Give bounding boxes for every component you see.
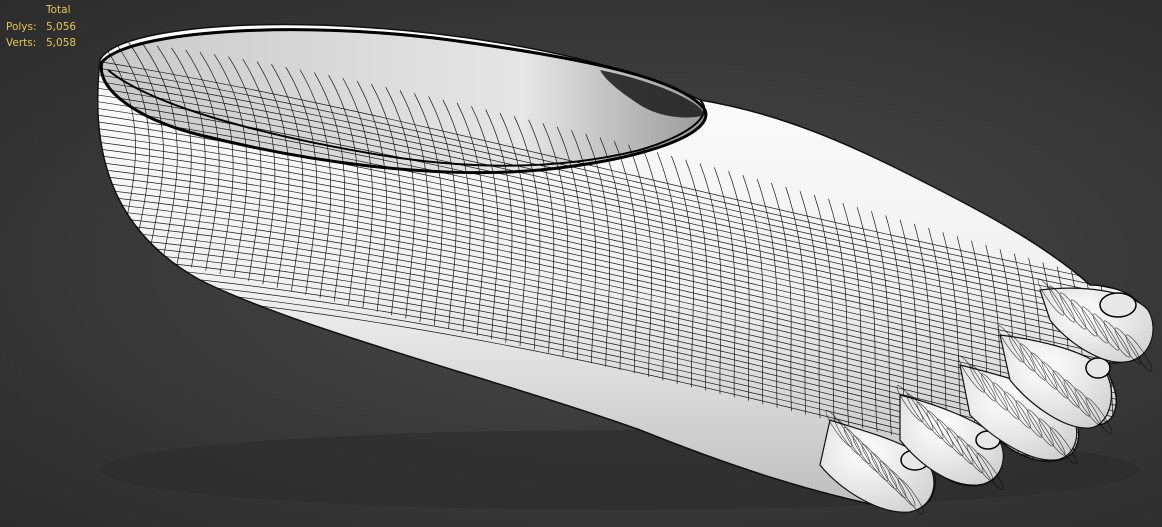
foot-mesh-model[interactable] xyxy=(0,0,1162,527)
stats-polys-row: Polys: 5,056 xyxy=(6,19,76,36)
verts-label: Verts: xyxy=(6,37,37,49)
statistics-overlay: Total Polys: 5,056 Verts: 5,058 xyxy=(6,2,76,52)
polys-label: Polys: xyxy=(6,20,37,33)
stats-header: Total xyxy=(46,4,71,16)
polys-value: 5,056 xyxy=(46,20,77,33)
fourth-toe-nail xyxy=(1085,357,1111,379)
verts-value: 5,058 xyxy=(46,37,77,49)
stats-verts-row: Verts: 5,058 xyxy=(6,35,76,52)
little-toe-nail xyxy=(1099,292,1137,318)
3d-viewport[interactable]: Total Polys: 5,056 Verts: 5,058 xyxy=(0,0,1162,527)
